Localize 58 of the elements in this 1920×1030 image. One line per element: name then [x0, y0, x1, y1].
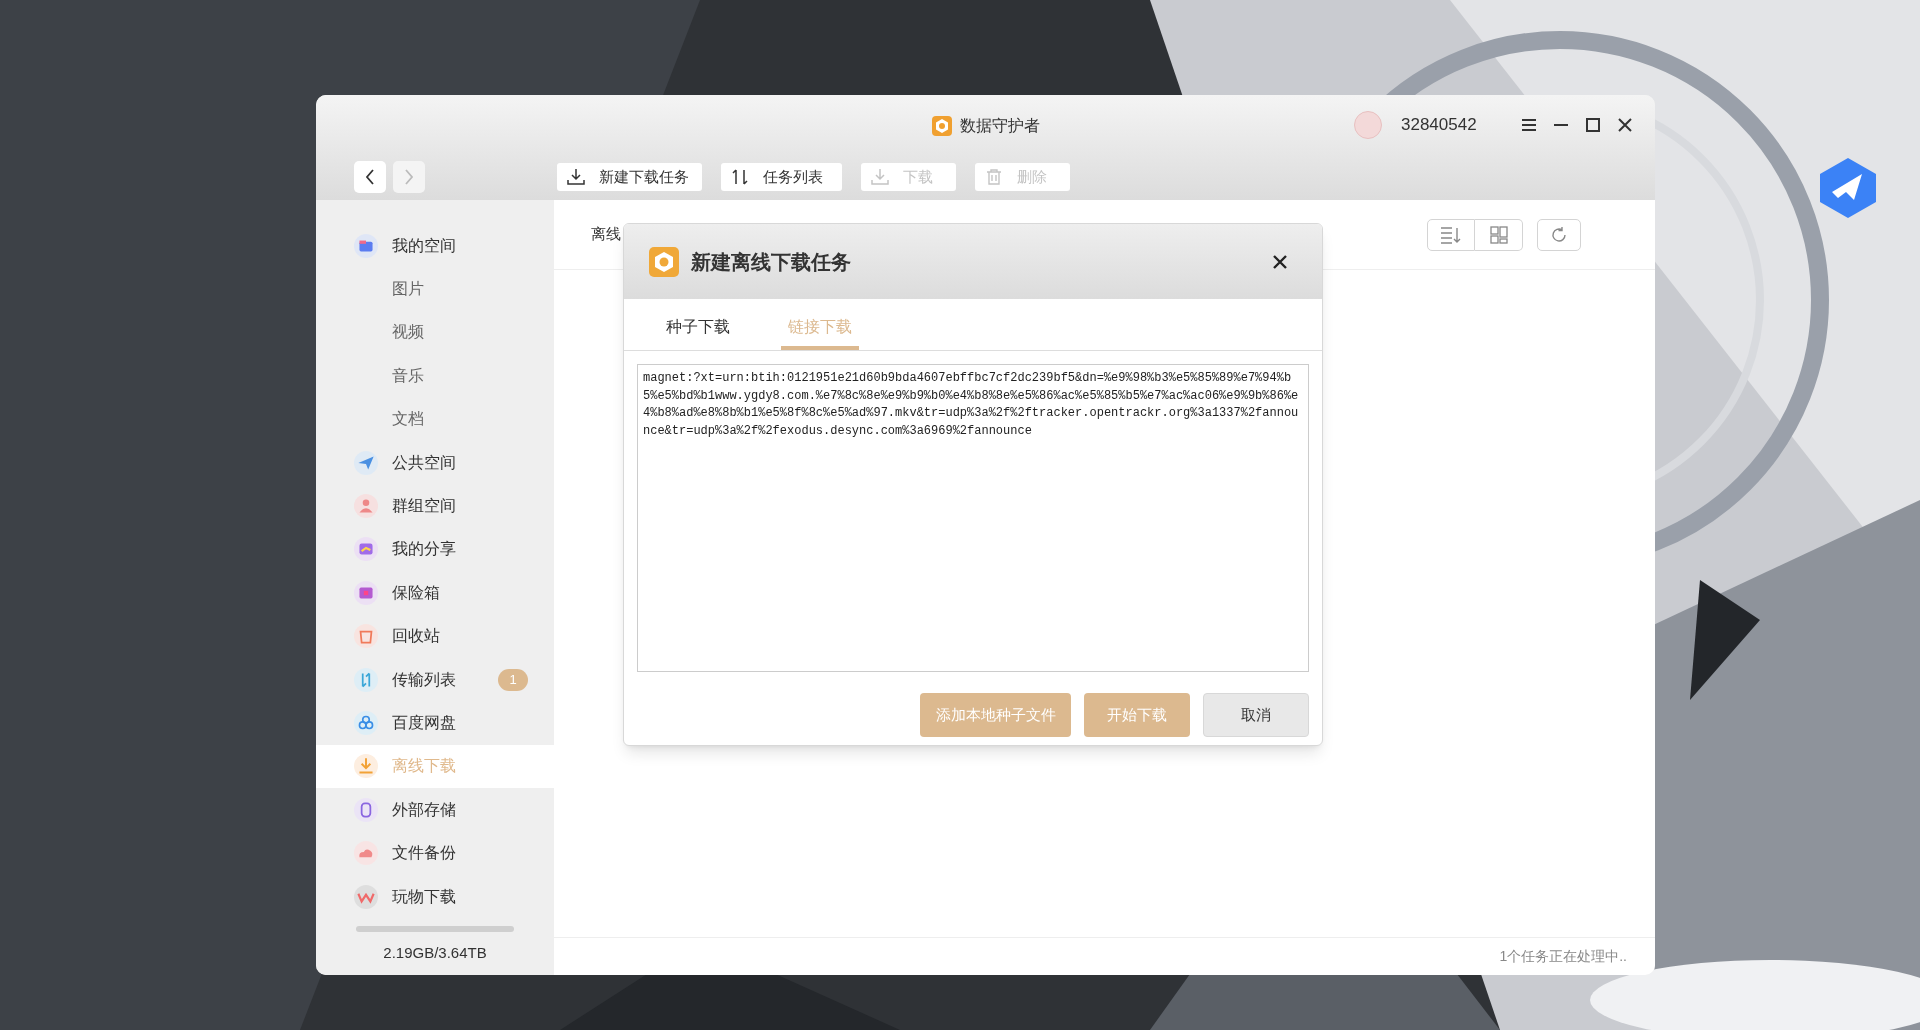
- dialog-title: 新建离线下载任务: [691, 249, 851, 275]
- sidebar-item[interactable]: 公共空间: [316, 440, 554, 485]
- sidebar-item[interactable]: 文件备份: [316, 831, 554, 875]
- toolbar-button[interactable]: 新建下载任务: [557, 163, 702, 191]
- sidebar-item[interactable]: 保险箱: [316, 571, 554, 615]
- maximize-icon[interactable]: [1585, 117, 1601, 133]
- sidebar-item[interactable]: 视频: [316, 310, 554, 355]
- sidebar-item[interactable]: 玩物下载: [316, 874, 554, 919]
- transfer-icon: [354, 667, 378, 692]
- dialog-button[interactable]: 取消: [1203, 693, 1309, 737]
- people-icon: [354, 494, 378, 519]
- toolbar-button: 下载: [861, 163, 956, 191]
- usb-drive-icon: [354, 797, 378, 822]
- folder-icon: [354, 233, 378, 258]
- sidebar-item[interactable]: 音乐: [316, 354, 554, 398]
- dialog-tab[interactable]: 种子下载: [659, 308, 737, 350]
- count-badge: 1: [498, 668, 528, 691]
- sort-icon: [731, 168, 749, 186]
- close-icon[interactable]: [1617, 117, 1633, 133]
- trash-icon: [985, 168, 1003, 186]
- status-text: 1个任务正在处理中..: [1499, 947, 1627, 966]
- sidebar-item[interactable]: 文档: [316, 397, 554, 441]
- grid-icon: [1489, 225, 1508, 244]
- toolbar-button[interactable]: 任务列表: [721, 163, 842, 191]
- sidebar-item[interactable]: 百度网盘: [316, 701, 554, 745]
- sidebar-item[interactable]: 外部存储: [316, 788, 554, 832]
- w-logo-icon: [354, 884, 378, 909]
- menu-icon[interactable]: [1521, 117, 1537, 133]
- share-icon: [354, 537, 378, 562]
- username: 32840542: [1401, 114, 1478, 137]
- toolbar-button: 删除: [975, 163, 1070, 191]
- refresh-icon: [1550, 225, 1568, 244]
- trash-icon: [354, 624, 378, 649]
- paper-plane-icon: [354, 450, 378, 475]
- sidebar-item[interactable]: 群组空间: [316, 484, 554, 528]
- download-icon: [354, 754, 378, 779]
- storage-usage: 2.19GB/3.64TB: [382, 943, 488, 964]
- window-title: 数据守护者: [959, 116, 1040, 136]
- cloud-backup-icon: [354, 841, 378, 866]
- sidebar-item[interactable]: 传输列表 1: [316, 657, 554, 702]
- sidebar-item[interactable]: 回收站: [316, 614, 554, 658]
- refresh-button[interactable]: [1537, 218, 1581, 251]
- download-icon: [871, 168, 889, 186]
- download-icon: [567, 168, 585, 186]
- back-button[interactable]: [354, 161, 386, 193]
- safe-icon: [354, 580, 378, 605]
- sidebar-item[interactable]: 图片: [316, 267, 554, 311]
- cloud-icon: [354, 711, 378, 735]
- chevron-right-icon: [404, 169, 414, 185]
- chevron-left-icon: [365, 169, 375, 185]
- link-input[interactable]: magnet:?xt=urn:btih:0121951e21d60b9bda4607ebffbc7cf2dc239bf5&dn=%e9%98%b3%e5%85%89%e7%94%b5%e5%bd%b1www.ygdy8.com.%e7%8c%8e%e9%b9%b0%e4%b8%8e%e5%86%ac%e5%85%b5%e7%ac%ac06%e9%9b%86%e4%b8%ad%e8%8b%b1%e5%8f%8c%e5%ad%97.mkv&tr=udp%3a%2f%2ftracker.opentrackr.org%3a1337%2fannounce&tr=udp%3a%2f%2fexodus.desync.com%3a6969%2fannounce: [637, 364, 1309, 672]
- app-logo-icon: [931, 116, 952, 136]
- sidebar-item[interactable]: 我的分享: [316, 527, 554, 572]
- sidebar-item[interactable]: 我的空间: [316, 224, 554, 268]
- page-heading: 离线: [591, 224, 621, 245]
- sort-list-icon: [1440, 225, 1462, 244]
- close-icon[interactable]: [1273, 254, 1287, 269]
- app-logo-icon: [649, 246, 679, 277]
